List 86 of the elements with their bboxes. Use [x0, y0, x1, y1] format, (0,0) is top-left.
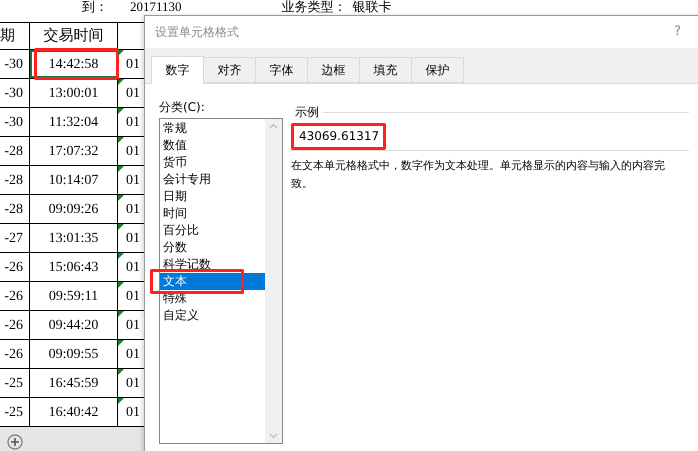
column-header: 交易时间 — [44, 26, 104, 46]
table-cell-text: 01 — [126, 84, 140, 102]
dialog-title: 设置单元格格式 — [155, 24, 239, 41]
error-indicator-icon — [118, 50, 124, 56]
table-cell-text: -28 — [4, 142, 23, 160]
error-indicator-icon — [118, 166, 124, 172]
time-text: 10:14:07 — [48, 172, 98, 190]
category-item[interactable]: 货币 — [160, 154, 265, 171]
time-text: 13:01:35 — [48, 230, 98, 248]
scroll-down-icon[interactable] — [269, 433, 278, 439]
category-item[interactable]: 日期 — [160, 188, 265, 205]
help-button[interactable]: ? — [674, 22, 681, 42]
sample-value: 43069.61317 — [299, 128, 380, 144]
tab[interactable]: 填充 — [359, 57, 412, 83]
date-to-value: 20171130 — [130, 0, 182, 14]
category-item[interactable]: 常规 — [160, 120, 265, 137]
time-text: 09:09:55 — [48, 346, 98, 364]
category-item[interactable]: 时间 — [160, 205, 265, 222]
category-item[interactable]: 分数 — [160, 239, 265, 256]
time-cell[interactable]: 14:42:58 — [30, 50, 118, 78]
table-cell-text: -25 — [4, 404, 23, 422]
date-to-label: 到： — [82, 0, 108, 14]
time-text: 09:44:20 — [48, 316, 98, 334]
table-cell-text: -30 — [4, 56, 23, 74]
table-cell-text: -26 — [4, 288, 23, 306]
category-item[interactable]: 百分比 — [160, 222, 265, 239]
table-cell-text: 01 — [126, 230, 140, 248]
tab[interactable]: 保护 — [411, 57, 464, 83]
error-indicator-icon — [118, 311, 124, 317]
time-text: 09:09:26 — [48, 200, 98, 218]
time-text: 16:45:59 — [48, 374, 98, 392]
error-indicator-icon — [118, 137, 124, 143]
table-cell-text: 01 — [126, 404, 140, 422]
sample-group-title: 示例 — [295, 104, 320, 121]
category-item[interactable]: 会计专用 — [160, 171, 265, 188]
table-cell-text: -30 — [4, 84, 23, 102]
scrollbar[interactable] — [265, 119, 282, 443]
table-cell-text: 01 — [126, 374, 140, 392]
tab[interactable]: 数字 — [151, 56, 204, 84]
table-cell-text: 01 — [126, 346, 140, 364]
tab[interactable]: 字体 — [255, 57, 308, 83]
table-cell-text: 01 — [126, 172, 140, 190]
error-indicator-icon — [118, 195, 124, 201]
time-text: 15:06:43 — [48, 258, 98, 276]
table-cell-text: -28 — [4, 200, 23, 218]
add-sheet-icon[interactable] — [7, 434, 23, 450]
error-indicator-icon — [118, 224, 124, 230]
category-label: 分类(C): — [159, 99, 206, 116]
scroll-up-icon[interactable] — [269, 123, 278, 129]
time-text: 16:40:42 — [48, 404, 98, 422]
category-item[interactable]: 自定义 — [160, 307, 265, 324]
error-indicator-icon — [118, 369, 124, 375]
table-cell-text: 01 — [126, 114, 140, 132]
table-cell-text: -26 — [4, 316, 23, 334]
time-text: 13:00:01 — [48, 84, 98, 102]
error-indicator-icon — [118, 398, 124, 404]
tab[interactable]: 对齐 — [203, 57, 256, 83]
table-cell-text: 01 — [126, 316, 140, 334]
table-cell-text: -26 — [4, 258, 23, 276]
table-cell-text: -27 — [4, 230, 23, 248]
category-item[interactable]: 数值 — [160, 137, 265, 154]
description-text: 致。 — [291, 176, 314, 192]
business-type-value: 银联卡 — [352, 0, 392, 14]
table-cell-text: -30 — [4, 114, 23, 132]
table-cell-text: 01 — [126, 258, 140, 276]
error-indicator-icon — [118, 108, 124, 114]
table-cell-text: -25 — [4, 374, 23, 392]
table-cell-text: 01 — [126, 142, 140, 160]
tab[interactable]: 边框 — [307, 57, 360, 83]
business-type-label: 业务类型： — [282, 0, 347, 14]
table-cell-text: 01 — [126, 288, 140, 306]
time-text: 11:32:04 — [48, 114, 98, 132]
table-cell-text: -26 — [4, 346, 23, 364]
table-cell-text: 01 — [126, 200, 140, 218]
error-indicator-icon — [118, 79, 124, 85]
error-indicator-icon — [118, 340, 124, 346]
column-header: 期 — [0, 26, 16, 46]
table-cell-text: -28 — [4, 172, 23, 190]
table-cell-text: 01 — [126, 56, 140, 74]
error-indicator-icon — [118, 253, 124, 259]
description-text: 在文本单元格格式中，数字作为文本处理。单元格显示的内容与输入的内容完 — [291, 158, 666, 174]
time-text: 14:42:58 — [48, 56, 98, 74]
time-text: 17:07:32 — [48, 142, 98, 160]
time-text: 09:59:11 — [48, 288, 98, 306]
error-indicator-icon — [118, 282, 124, 288]
category-item[interactable]: 文本 — [160, 273, 265, 290]
